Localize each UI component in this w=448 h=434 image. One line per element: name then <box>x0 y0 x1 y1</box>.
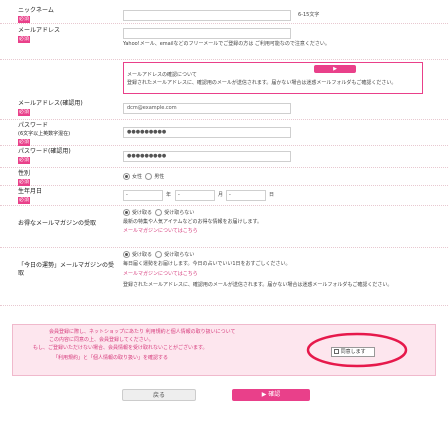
notice-radio-no[interactable] <box>155 251 163 258</box>
email-confirm-input[interactable]: dcm@example.com <box>123 103 291 114</box>
notice-radio-yes[interactable] <box>123 251 130 258</box>
nickname-input[interactable] <box>123 10 291 21</box>
agreement-line-2: この内容に同意の上、会員登録してください。 <box>49 337 154 343</box>
password-label: パスワード (6文字以上英数字混在) 必須 <box>18 122 71 146</box>
required-badge: 必須 <box>18 36 30 43</box>
notice-link[interactable]: メールマガジンについてはこちら <box>123 271 198 278</box>
gender-radio-female[interactable] <box>123 173 130 180</box>
month-unit: 月 <box>218 192 224 198</box>
mail-setting-note: 最新の特集や人気アイテムなどのお得な情報をお届けします。 <box>123 219 263 225</box>
agreement-line-3: もし、ご登録いただけない場合、会員情報を受け取れないことがございます。 <box>33 345 208 351</box>
birthday-label: 生年月日 必須 <box>18 188 43 204</box>
highlight-circle <box>306 332 408 368</box>
year-unit: 年 <box>166 192 172 198</box>
gender-row: 性別 必須 女性 男性 <box>0 168 448 186</box>
required-badge: 必須 <box>18 157 30 164</box>
birth-year-select[interactable]: - <box>123 190 163 201</box>
mail-setting-label: お得なメールマガジンの受取 <box>18 220 97 227</box>
back-button[interactable]: 戻る <box>122 389 196 401</box>
agreement-box: 会員登録に際し、ネットショップにあたり 利用規約と個人情報の取り扱いについて こ… <box>12 324 436 376</box>
mail-radio-no[interactable] <box>155 209 163 216</box>
password-input[interactable]: ●●●●●●●●● <box>123 127 291 138</box>
birthday-row: 生年月日 必須 - 年 - 月 - 日 <box>0 186 448 206</box>
email-label: メールアドレス 必須 <box>18 27 61 43</box>
password-row: パスワード (6文字以上英数字混在) 必須 ●●●●●●●●● <box>0 120 448 146</box>
email-info-title: メールアドレスの確認について <box>127 72 197 78</box>
mail-setting-options: 受け取る 受け取らない <box>123 209 194 217</box>
notice-extra: 登録されたメールアドレスに、確認用のメールが送信されます。届かない場合は迷惑メー… <box>123 282 393 288</box>
nickname-label: ニックネーム 必須 <box>18 7 54 23</box>
nickname-hint: 6-15文字 <box>298 12 320 18</box>
agreement-link[interactable]: 「利用規約」と「個人情報の取り扱い」を確認する <box>53 355 323 362</box>
gender-options: 女性 男性 <box>123 173 164 181</box>
gender-label: 性別 必須 <box>18 170 31 186</box>
mail-setting-row: お得なメールマガジンの受取 受け取る 受け取らない 最新の特集や人気アイテムなど… <box>0 206 448 248</box>
email-info-box: ▶ メールアドレスの確認について 登録されたメールアドレスに、確認用のメールが送… <box>123 62 423 94</box>
birth-day-select[interactable]: - <box>226 190 266 201</box>
mail-radio-yes[interactable] <box>123 209 130 216</box>
email-note: Yahoo!メール、emailなどのフリーメールでご登録の方は ご利用可能なので… <box>123 41 330 47</box>
required-badge: 必須 <box>18 109 30 116</box>
notice-options: 受け取る 受け取らない <box>123 251 194 259</box>
gender-radio-male[interactable] <box>145 173 153 180</box>
email-confirm-row: メールアドレス(確認用) 必須 dcm@example.com <box>0 98 448 120</box>
notice-note: 毎日届く運勢をお届けします。今日の占いでいい1日をおすごしください。 <box>123 261 291 267</box>
registration-form: ニックネーム 必須 6-15文字 メールアドレス 必須 Yahoo!メール、em… <box>0 0 448 434</box>
required-badge: 必須 <box>18 197 30 204</box>
email-confirm-label: メールアドレス(確認用) 必須 <box>18 100 83 116</box>
mail-setting-link[interactable]: メールマガジンについてはこちら <box>123 228 198 235</box>
required-badge: 必須 <box>18 139 30 146</box>
email-info-text: 登録されたメールアドレスに、確認用のメールが送信されます。届かない場合は迷惑メー… <box>127 80 397 86</box>
notice-row: 「今日の運勢」メールマガジンの受取 受け取る 受け取らない 毎日届く運勢をお届け… <box>0 248 448 306</box>
password-confirm-row: パスワード(確認用) 必須 ●●●●●●●●● <box>0 146 448 168</box>
nickname-row: ニックネーム 必須 6-15文字 <box>0 4 448 24</box>
required-badge: 必須 <box>18 179 30 186</box>
day-unit: 日 <box>269 192 275 198</box>
email-input[interactable] <box>123 28 291 39</box>
required-badge: 必須 <box>18 16 30 23</box>
notice-label: 「今日の運勢」メールマガジンの受取 <box>18 262 115 277</box>
confirm-button[interactable]: ▶ 確認 <box>232 389 310 401</box>
password-confirm-label: パスワード(確認用) 必須 <box>18 148 71 164</box>
password-confirm-input[interactable]: ●●●●●●●●● <box>123 151 291 162</box>
email-row: メールアドレス 必須 Yahoo!メール、emailなどのフリーメールでご登録の… <box>0 24 448 60</box>
birth-month-select[interactable]: - <box>175 190 215 201</box>
